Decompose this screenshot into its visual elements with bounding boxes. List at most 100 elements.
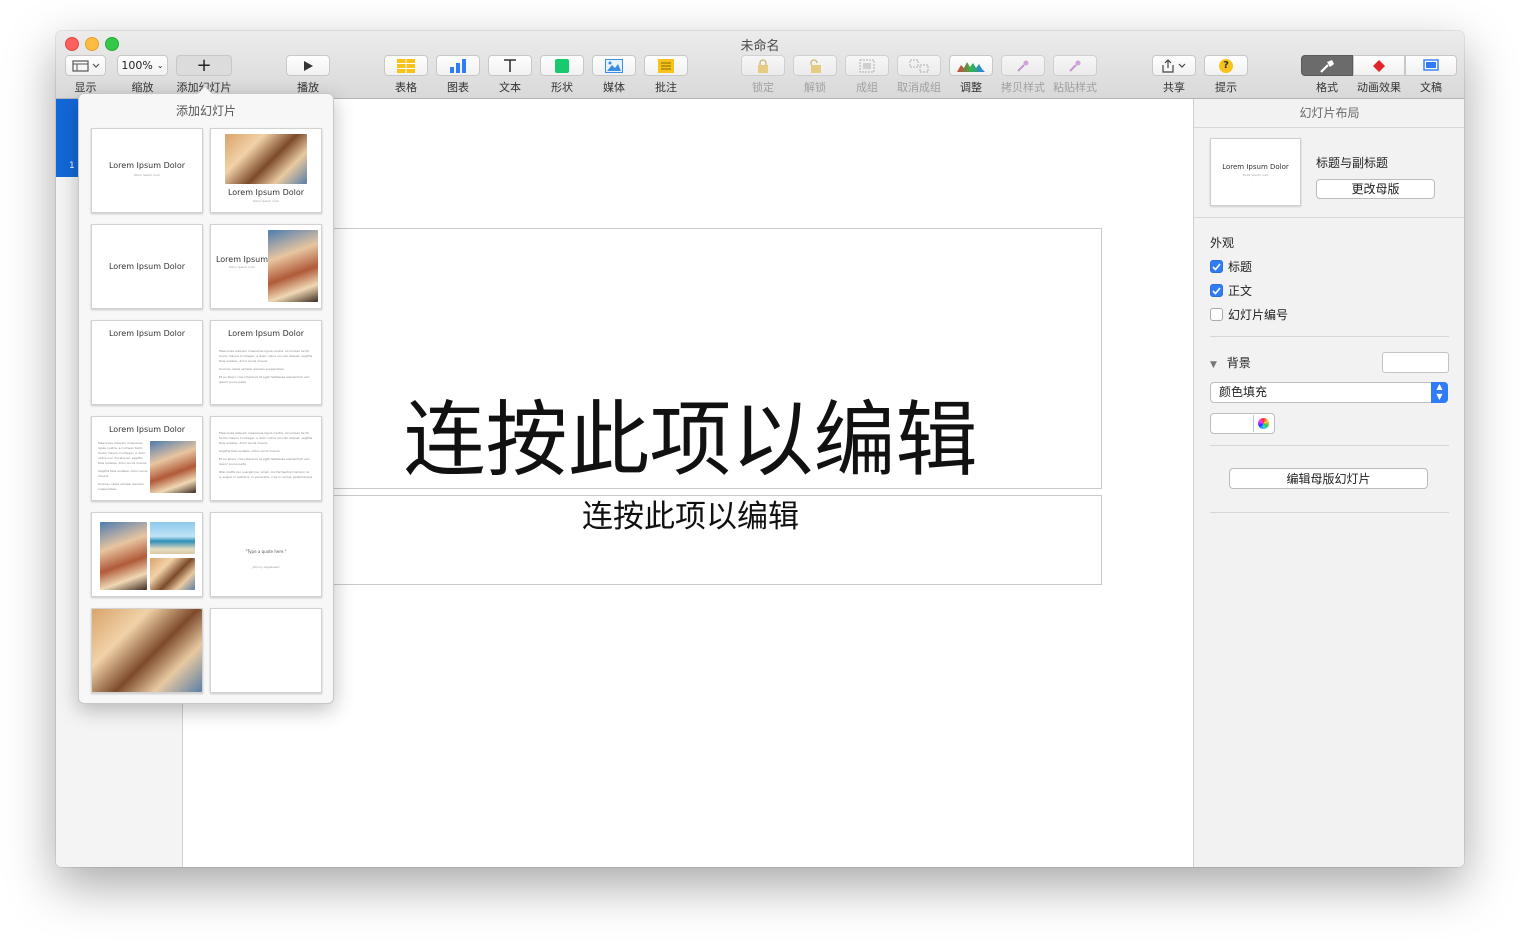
divider [1194,217,1464,218]
divider [1210,445,1449,446]
bullet-item: Socioqu netus semper aenean suspendisse [219,367,284,371]
bullet-item: Sagittis felis sodales, dolor sociis mau… [98,469,148,478]
bullet-list: Maecenas aliquam maecenas ligula nostra,… [219,349,313,388]
layout-photo-title[interactable]: Lorem Ipsum Dolor Dolor ipsum num [210,128,322,213]
background-preview-swatch [1382,352,1449,373]
layout-title-top[interactable]: Lorem Ipsum Dolor [91,320,203,405]
chart-icon [450,58,466,73]
checkbox-body[interactable]: 正文 [1210,282,1252,299]
lock-icon [758,58,768,73]
group-label: 成组 [856,81,878,94]
layout-photo[interactable] [91,608,203,693]
shape-label: 形状 [551,81,573,94]
adjust-button[interactable]: 调整 [949,55,993,95]
layout-title-bullets[interactable]: Lorem Ipsum Dolor Maecenas aliquam maece… [210,320,322,405]
paintbrush-icon [1320,59,1334,73]
select-arrows-icon: ▲ ▼ [1431,382,1448,403]
layout-subtitle: Dolor ipsum num [134,173,160,177]
slide-title-text[interactable]: 连按此项以编辑 [279,391,1102,491]
bullet-item: Maecenas aliquam maecenas ligula nostra,… [219,431,313,445]
layout-title-only[interactable]: Lorem Ipsum Dolor [91,224,203,309]
layout-title: Lorem Ipsum Dolor [108,425,186,434]
add-slide-popover: 添加幻灯片 Lorem Ipsum Dolor Dolor ipsum num … [78,86,334,704]
checkbox-slide-number[interactable]: 幻灯片编号 [1210,306,1288,323]
comment-button[interactable]: 批注 [644,55,688,95]
checkmark-icon [1210,284,1223,297]
layout-subtitle: Dolor ipsum num [253,199,279,203]
disclosure-triangle-icon: ▼ [1210,360,1217,370]
fill-type-value: 颜色填充 [1219,385,1268,399]
tab-document[interactable]: 文稿 [1405,55,1457,95]
tab-format[interactable]: 格式 [1301,55,1353,95]
comment-label: 批注 [655,81,677,94]
layout-quote[interactable]: "Type a quote here." Johnny Appleseed [210,512,322,597]
sample-photo [92,609,202,692]
lock-button[interactable]: 锁定 [741,55,785,95]
ungroup-icon [909,59,929,72]
chevron-down-icon: ⌄ [156,61,164,70]
layout-title: Lorem Ipsum Dolor [108,329,186,338]
bullet-item: Maecenas aliquam maecenas ligula nostra,… [219,349,313,363]
color-wheel-icon[interactable] [1253,415,1273,432]
bullet-item: Et eu libero cras interdum at eget habit… [219,457,310,466]
layout-title-photo-vertical[interactable]: Lorem Ipsum Dolor ipsum num [210,224,322,309]
layout-bullets[interactable]: Maecenas aliquam maecenas ligula nostra,… [210,416,322,501]
unlock-button[interactable]: 解锁 [793,55,837,95]
paste-style-button[interactable]: 粘贴样式 [1053,55,1097,95]
layout-title-bullets-photo[interactable]: Lorem Ipsum Dolor Maecenas aliquam maece… [91,416,203,501]
play-icon [304,60,313,71]
layout-thumbnail[interactable]: Lorem Ipsum Dolor Dolor ipsum num [1210,138,1301,206]
slide-canvas: 连按此项以编辑 连按此项以编辑 [183,99,1193,867]
checkbox-title[interactable]: 标题 [1210,258,1252,275]
sample-photo [100,522,147,590]
edit-master-button[interactable]: 编辑母版幻灯片 [1229,468,1428,489]
chart-label: 图表 [447,81,469,94]
paste-style-label: 粘贴样式 [1053,81,1097,94]
document-label: 文稿 [1420,81,1442,94]
layout-blank[interactable] [210,608,322,693]
popover-title: 添加幻灯片 [175,104,236,118]
copy-style-button[interactable]: 拷贝样式 [1001,55,1045,95]
table-button[interactable]: 表格 [384,55,428,95]
chart-button[interactable]: 图表 [436,55,480,95]
appearance-label: 外观 [1210,236,1235,250]
sample-photo [150,522,195,554]
dropper-paste-icon [1069,60,1081,72]
zoom-select[interactable]: 100% ⌄ 缩放 [117,55,168,95]
view-button[interactable]: 显示 [65,55,106,95]
bullet-item: Et eu libero cras interdum at eget habit… [219,375,310,384]
lock-label: 锁定 [752,81,774,94]
ungroup-label: 取消成组 [897,81,941,94]
background-section-toggle[interactable]: ▼ 背景 [1210,354,1251,371]
layout-title-subtitle[interactable]: Lorem Ipsum Dolor Dolor ipsum num [91,128,203,213]
copy-style-label: 拷贝样式 [1001,81,1045,94]
divider [1210,336,1449,337]
text-label: 文本 [499,81,521,94]
quote-attribution: Johnny Appleseed [252,565,280,569]
sample-photo [225,134,307,184]
layout-photo-3-up[interactable] [91,512,203,597]
shape-button[interactable]: 形状 [540,55,584,95]
change-master-button[interactable]: 更改母版 [1316,179,1435,199]
bullet-list: Maecenas aliquam maecenas ligula nostra,… [98,441,148,495]
ungroup-button[interactable]: 取消成组 [897,55,941,95]
media-label: 媒体 [603,81,625,94]
toolbar: 未命名 显示 100% ⌄ 缩放 + 添加幻灯片 播放 表格 图表 文本 形状 … [56,31,1464,99]
layout-name: 标题与副标题 [1316,156,1389,170]
divider [1210,512,1449,513]
layout-title: Lorem Ipsum [215,255,269,264]
color-well[interactable] [1210,413,1275,434]
slide-subtitle-text[interactable]: 连按此项以编辑 [279,495,1102,539]
media-button[interactable]: 媒体 [592,55,636,95]
text-button[interactable]: 文本 [488,55,532,95]
share-button[interactable]: 共享 [1152,55,1196,95]
tab-animate[interactable]: 动画效果 [1353,55,1405,95]
group-button[interactable]: 成组 [845,55,889,95]
fill-type-select[interactable]: 颜色填充 ▲ ▼ [1210,382,1448,403]
tips-label: 提示 [1215,81,1237,94]
tips-button[interactable]: ? 提示 [1204,55,1248,95]
sample-photo [150,441,196,493]
layout-thumb-title: Lorem Ipsum Dolor [1222,163,1289,171]
play-button[interactable]: 播放 [286,55,330,95]
sample-photo [268,230,318,302]
